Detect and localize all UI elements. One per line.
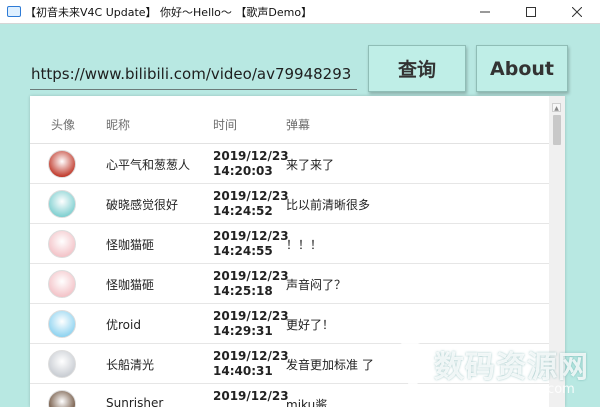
danmu-text: 发音更加标准 了 — [286, 358, 374, 372]
nickname: Sunrisher — [106, 396, 164, 407]
list-item[interactable]: 心平气和葱葱人 2019/12/23 14:20:03 来了来了 — [30, 144, 549, 184]
timestamp-time: 14:40:31 — [213, 364, 273, 378]
nickname: 破晓感觉很好 — [106, 198, 179, 212]
danmu-text: 更好了！ — [286, 318, 335, 332]
timestamp: 2019/12/23 14:40:31 — [213, 349, 289, 379]
danmu-text: 声音闷了？ — [286, 278, 347, 292]
title-bar: 【初音未来V4C Update】 你好～Hello～ 【歌声Demo】 — [0, 0, 600, 24]
danmu-text: miku酱 — [286, 398, 328, 407]
avatar — [48, 350, 76, 378]
timestamp-time: 14:25:18 — [213, 284, 273, 298]
list-item[interactable]: 怪咖猫砸 2019/12/23 14:24:55 ！！！ — [30, 224, 549, 264]
minimize-icon — [480, 11, 490, 13]
avatar — [48, 190, 76, 218]
timestamp: 2019/12/23 14:25:18 — [213, 269, 289, 299]
timestamp: 2019/12/23 14:29:31 — [213, 309, 289, 339]
timestamp-time: 14:20:03 — [213, 164, 273, 178]
timestamp-time: 14:24:55 — [213, 244, 273, 258]
about-button[interactable]: About — [476, 45, 568, 92]
avatar — [48, 150, 76, 178]
column-header-nickname: 昵称 — [106, 118, 131, 132]
nickname: 怪咖猫砸 — [106, 278, 155, 292]
timestamp-date: 2019/12/23 — [213, 309, 289, 323]
timestamp-time: 14:24:52 — [213, 204, 273, 218]
timestamp-date: 2019/12/23 — [213, 389, 289, 403]
column-header-danmu: 弹幕 — [286, 118, 311, 132]
danmu-list: 头像 昵称 时间 弹幕 心平气和葱葱人 2019/12/23 14:20:03 … — [30, 96, 565, 407]
scroll-thumb[interactable] — [553, 115, 561, 145]
list-item[interactable]: 长船清光 2019/12/23 14:40:31 发音更加标准 了 — [30, 344, 549, 384]
minimize-button[interactable] — [462, 0, 508, 24]
timestamp-date: 2019/12/23 — [213, 229, 289, 243]
danmu-text: 比以前清晰很多 — [286, 198, 371, 212]
scroll-up-arrow-icon[interactable]: ▲ — [552, 103, 561, 112]
timestamp-date: 2019/12/23 — [213, 349, 289, 363]
list-rows: 心平气和葱葱人 2019/12/23 14:20:03 来了来了 破晓感觉很好 … — [30, 144, 549, 407]
timestamp-date: 2019/12/23 — [213, 189, 289, 203]
timestamp: 2019/12/23 — [213, 389, 289, 404]
timestamp-time: 14:29:31 — [213, 324, 273, 338]
list-item[interactable]: 优roid 2019/12/23 14:29:31 更好了！ — [30, 304, 549, 344]
column-header-time: 时间 — [213, 118, 238, 132]
nickname: 怪咖猫砸 — [106, 238, 155, 252]
timestamp: 2019/12/23 14:24:55 — [213, 229, 289, 259]
timestamp-date: 2019/12/23 — [213, 269, 289, 283]
timestamp-date: 2019/12/23 — [213, 149, 289, 163]
list-item[interactable]: 怪咖猫砸 2019/12/23 14:25:18 声音闷了？ — [30, 264, 549, 304]
avatar — [48, 310, 76, 338]
avatar — [48, 230, 76, 258]
window-controls — [462, 0, 600, 24]
maximize-icon — [526, 7, 536, 17]
vertical-scrollbar[interactable]: ▲ — [549, 96, 565, 407]
close-icon — [572, 7, 582, 17]
danmu-text: 来了来了 — [286, 158, 335, 172]
timestamp: 2019/12/23 14:24:52 — [213, 189, 289, 219]
nickname: 心平气和葱葱人 — [106, 158, 191, 172]
column-header-avatar: 头像 — [51, 118, 76, 132]
app-icon — [7, 6, 21, 17]
avatar — [48, 390, 76, 407]
avatar — [48, 270, 76, 298]
close-button[interactable] — [554, 0, 600, 24]
timestamp: 2019/12/23 14:20:03 — [213, 149, 289, 179]
danmu-text: ！！！ — [286, 238, 323, 252]
url-input[interactable]: https://www.bilibili.com/video/av7994829… — [30, 58, 357, 90]
window-title: 【初音未来V4C Update】 你好～Hello～ 【歌声Demo】 — [25, 5, 313, 19]
list-header: 头像 昵称 时间 弹幕 — [30, 96, 549, 144]
maximize-button[interactable] — [508, 0, 554, 24]
query-button[interactable]: 查询 — [368, 45, 466, 92]
nickname: 长船清光 — [106, 358, 155, 372]
list-item[interactable]: 破晓感觉很好 2019/12/23 14:24:52 比以前清晰很多 — [30, 184, 549, 224]
list-item[interactable]: Sunrisher 2019/12/23 miku酱 — [30, 384, 549, 407]
nickname: 优roid — [106, 318, 141, 332]
